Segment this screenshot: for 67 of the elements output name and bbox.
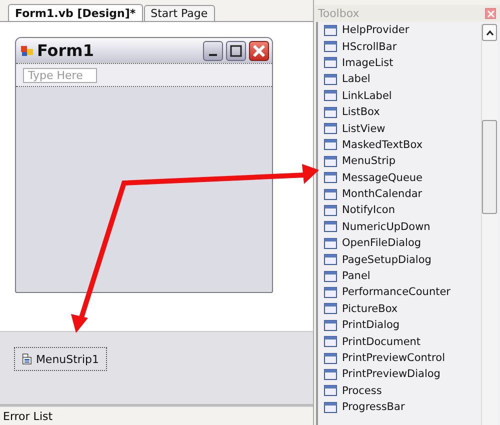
error-list-title: Error List (3, 410, 53, 422)
toolbox-item[interactable]: PrintDocument (324, 333, 481, 350)
window-icon (324, 188, 337, 201)
toolbox-item[interactable]: ImageList (324, 54, 481, 72)
toolbox-item[interactable]: PictureBox (324, 300, 481, 318)
window-icon (324, 204, 337, 217)
toolbox-item[interactable]: PageSetupDialog (324, 251, 481, 268)
window-icon (324, 368, 337, 381)
toolbox-item[interactable]: ListBox (324, 104, 481, 120)
maximize-icon (230, 44, 242, 56)
window-icon (324, 40, 337, 54)
component-item[interactable]: MenuStrip1 (14, 347, 107, 371)
window-icon (324, 318, 337, 332)
close-icon (486, 10, 494, 18)
toolbox-item[interactable]: Panel (324, 268, 481, 284)
toolbox-item[interactable]: ProgressBar (324, 398, 481, 416)
toolbox-item[interactable]: MaskedTextBox (324, 136, 481, 154)
scroll-up-icon (486, 30, 494, 36)
document-tab[interactable]: Start Page (144, 5, 215, 21)
window-icon (324, 400, 337, 414)
toolbox-item[interactable]: PrintDialog (324, 317, 481, 334)
toolbox-item[interactable]: MessageQueue (324, 170, 481, 186)
toolbox-item[interactable]: Process (324, 382, 481, 399)
window-icon (324, 302, 337, 316)
toolbox-item[interactable]: PerformanceCounter (324, 284, 481, 301)
close-icon (252, 44, 266, 58)
form-window[interactable]: Form1 Type Here (15, 37, 273, 293)
scrollbar-thumb[interactable] (482, 120, 497, 214)
toolbox-item[interactable]: NumericUpDown (324, 218, 481, 236)
window-icon (324, 72, 337, 86)
toolbox-item[interactable]: PrintPreviewDialog (324, 366, 481, 383)
maximize-button[interactable] (226, 40, 246, 60)
menu-item-field[interactable]: Type Here (23, 68, 97, 82)
window-icon (324, 171, 337, 184)
scrollbar[interactable] (481, 24, 497, 425)
minimize-button[interactable] (203, 40, 223, 60)
document-tab[interactable]: Form1.vb [Design]* (8, 4, 143, 21)
toolbox-title: Toolbox (318, 7, 360, 20)
toolbox-item[interactable]: OpenFileDialog (324, 235, 481, 252)
form-icon (20, 44, 34, 58)
toolbox-item[interactable]: LinkLabel (324, 88, 481, 104)
window-icon (324, 335, 337, 348)
window-icon (324, 384, 337, 398)
window-icon (324, 138, 337, 152)
menu-strip-icon (22, 352, 32, 366)
toolbox-item[interactable]: ListView (324, 120, 481, 137)
close-button[interactable] (249, 40, 269, 60)
window-icon (324, 220, 337, 234)
window-icon (324, 106, 337, 119)
toolbox-item[interactable]: Label (324, 71, 481, 88)
minimize-icon (209, 54, 217, 56)
window-icon (324, 122, 337, 136)
window-icon (324, 154, 337, 168)
window-icon (324, 270, 337, 283)
toolbox-item[interactable]: MonthCalendar (324, 186, 481, 202)
toolbox-item[interactable]: PrintPreviewControl (324, 350, 481, 366)
window-icon (324, 236, 337, 250)
toolbox-item[interactable]: NotifyIcon (324, 202, 481, 219)
window-icon (324, 352, 337, 364)
window-icon (324, 56, 337, 70)
window-icon (324, 286, 337, 299)
toolbox-item[interactable]: MenuStrip (324, 153, 481, 170)
toolbox-item[interactable]: HelpProvider (324, 22, 481, 38)
form-title: Form1 (37, 41, 94, 60)
window-icon (324, 253, 337, 266)
toolbox-item[interactable]: HScrollBar (324, 38, 481, 55)
window-icon (324, 89, 337, 102)
